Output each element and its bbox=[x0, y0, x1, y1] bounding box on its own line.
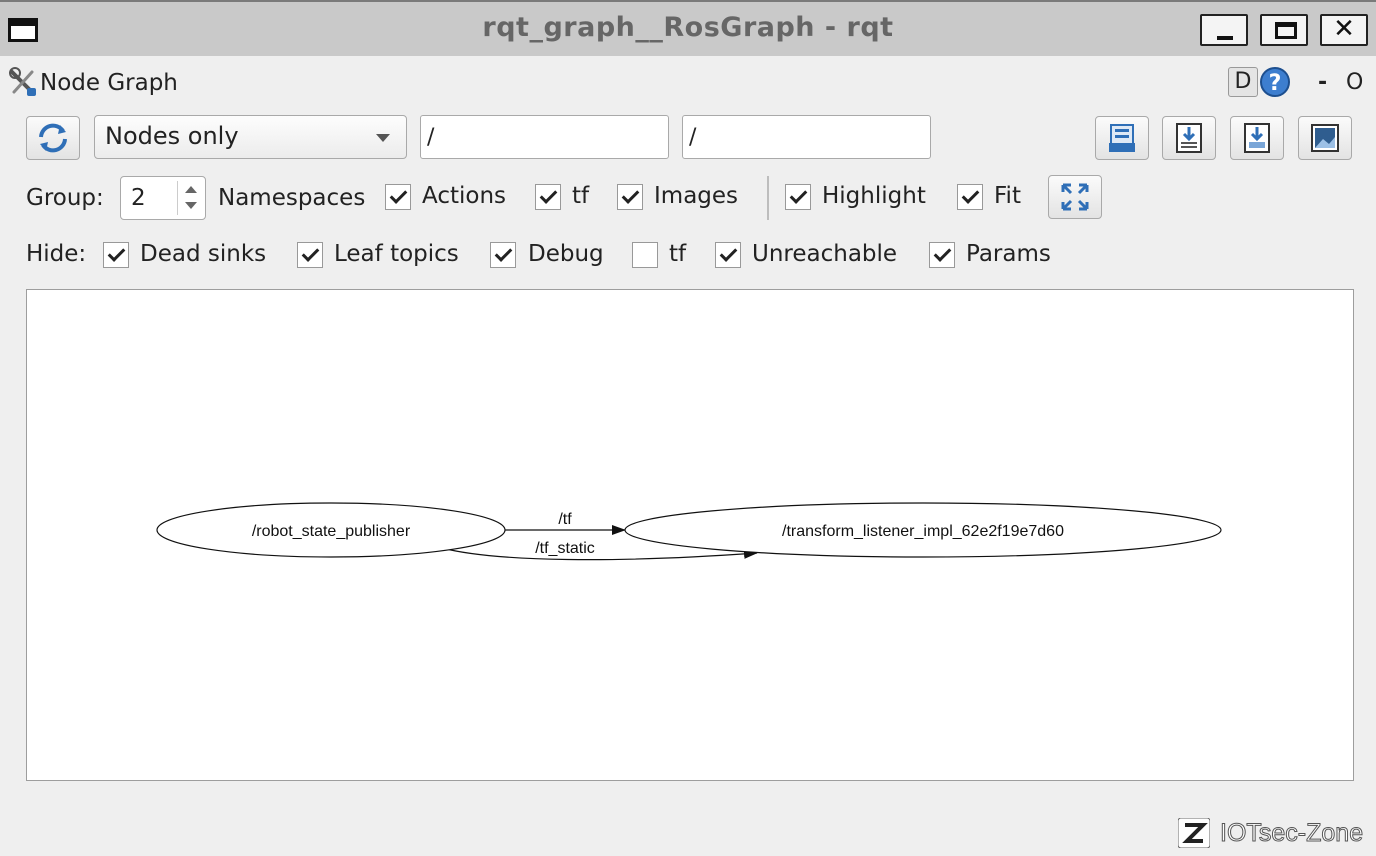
params-label: Params bbox=[966, 241, 1051, 267]
tf-checkbox[interactable] bbox=[535, 184, 561, 210]
group-label: Group: bbox=[26, 185, 104, 211]
debug-checkbox[interactable] bbox=[490, 242, 516, 268]
fit-checkbox[interactable] bbox=[957, 184, 983, 210]
namespace-filter-input[interactable] bbox=[420, 115, 669, 159]
close-button[interactable]: ✕ bbox=[1320, 14, 1368, 46]
unreachable-checkbox[interactable] bbox=[715, 242, 741, 268]
topic-filter-input[interactable] bbox=[682, 115, 931, 159]
hide-tf-checkbox[interactable] bbox=[632, 242, 658, 268]
hide-tf-label: tf bbox=[669, 241, 687, 267]
maximize-button[interactable] bbox=[1260, 14, 1308, 46]
leaf-topics-checkbox[interactable] bbox=[297, 242, 323, 268]
images-label: Images bbox=[654, 183, 739, 209]
minimize-button[interactable] bbox=[1200, 14, 1248, 46]
graph-node-transform-listener[interactable]: /transform_listener_impl_62e2f19e7d60 bbox=[624, 502, 1222, 558]
node-label: /robot_state_publisher bbox=[252, 523, 411, 540]
graph-edge-tf-static[interactable] bbox=[441, 547, 758, 561]
dead-sinks-label: Dead sinks bbox=[140, 241, 267, 267]
node-label: /transform_listener_impl_62e2f19e7d60 bbox=[782, 523, 1064, 540]
close-icon: ✕ bbox=[1333, 14, 1355, 44]
save-dot-icon bbox=[1176, 123, 1202, 153]
window-title: rqt_graph__RosGraph - rqt bbox=[482, 12, 894, 43]
images-checkbox[interactable] bbox=[617, 184, 643, 210]
image-icon bbox=[1311, 124, 1339, 152]
debug-label: Debug bbox=[528, 241, 604, 267]
spin-up-icon[interactable] bbox=[185, 186, 197, 193]
save-image-button[interactable] bbox=[1298, 116, 1352, 160]
edge-label-tf: /tf bbox=[558, 511, 572, 528]
graph-canvas[interactable]: /tf /tf_static /robot_state_publisher /t… bbox=[26, 289, 1354, 781]
refresh-button[interactable] bbox=[26, 116, 80, 160]
graph-mode-select[interactable]: Nodes only bbox=[94, 115, 407, 159]
group-spinbox[interactable]: 2 bbox=[120, 176, 206, 220]
fit-label: Fit bbox=[994, 183, 1021, 209]
hide-label: Hide: bbox=[26, 241, 87, 267]
plugin-title: Node Graph bbox=[40, 70, 178, 96]
watermark-logo-icon bbox=[1178, 818, 1210, 848]
save-dot-button[interactable] bbox=[1162, 116, 1216, 160]
load-dot-button[interactable] bbox=[1095, 116, 1149, 160]
close-plugin-button[interactable]: O bbox=[1346, 70, 1363, 95]
dock-toggle-button[interactable]: D bbox=[1228, 67, 1258, 97]
graph-node-robot-state-publisher[interactable]: /robot_state_publisher bbox=[156, 502, 506, 558]
tf-label: tf bbox=[572, 183, 590, 209]
help-icon[interactable]: ? bbox=[1259, 66, 1291, 98]
toolbar-separator bbox=[767, 176, 769, 220]
tools-icon bbox=[9, 67, 36, 96]
fit-in-view-button[interactable] bbox=[1048, 175, 1102, 219]
params-checkbox[interactable] bbox=[929, 242, 955, 268]
spin-down-icon[interactable] bbox=[185, 202, 197, 209]
highlight-label: Highlight bbox=[822, 183, 926, 209]
svg-text:?: ? bbox=[1269, 71, 1282, 96]
edge-label-tf-static: /tf_static bbox=[535, 540, 595, 557]
unreachable-label: Unreachable bbox=[752, 241, 898, 267]
open-file-icon bbox=[1109, 124, 1135, 152]
namespaces-label: Namespaces bbox=[218, 185, 366, 211]
actions-label: Actions bbox=[422, 183, 507, 209]
leaf-topics-label: Leaf topics bbox=[334, 241, 459, 267]
spinbox-divider bbox=[177, 181, 178, 215]
save-svg-icon bbox=[1244, 123, 1270, 153]
watermark-text: IOTsec-Zone bbox=[1219, 819, 1364, 848]
graph-view: /tf /tf_static /robot_state_publisher /t… bbox=[156, 502, 1222, 561]
actions-checkbox[interactable] bbox=[385, 184, 411, 210]
highlight-checkbox[interactable] bbox=[785, 184, 811, 210]
chevron-down-icon bbox=[376, 134, 390, 142]
minimize-plugin-button[interactable]: - bbox=[1318, 70, 1327, 95]
graph-mode-value: Nodes only bbox=[105, 122, 239, 150]
save-svg-button[interactable] bbox=[1230, 116, 1284, 160]
group-value: 2 bbox=[131, 185, 146, 211]
dead-sinks-checkbox[interactable] bbox=[103, 242, 129, 268]
refresh-icon bbox=[39, 123, 67, 153]
expand-icon bbox=[1061, 183, 1089, 211]
